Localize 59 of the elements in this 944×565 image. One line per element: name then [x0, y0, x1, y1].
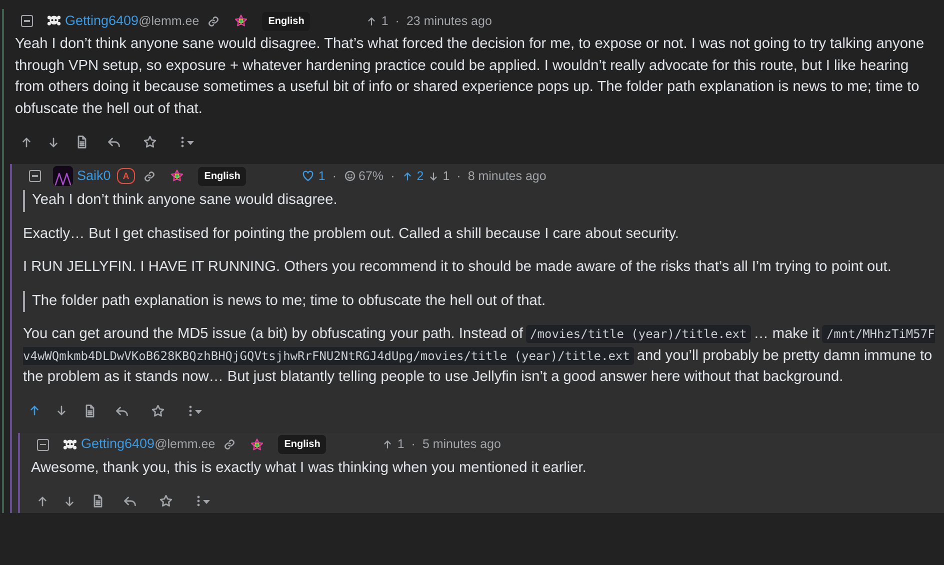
- link-icon[interactable]: [223, 438, 236, 451]
- document-icon[interactable]: [83, 404, 97, 418]
- separator-dot: ·: [395, 12, 400, 30]
- collapse-button[interactable]: [21, 15, 33, 27]
- collapse-button[interactable]: [37, 438, 49, 450]
- comment-text: Exactly… But I get chastised for pointing the problem out. Called a shill because I care about security.: [23, 224, 680, 244]
- colorful-star-icon: [250, 438, 264, 452]
- star-icon[interactable]: [159, 494, 173, 508]
- document-icon[interactable]: [75, 135, 89, 149]
- more-options-icon[interactable]: [197, 495, 210, 507]
- like-count: 1: [318, 168, 326, 185]
- colorful-star-icon: [234, 14, 248, 28]
- separator-dot: ·: [411, 436, 416, 454]
- quoted-text: The folder path explanation is news to me; time to obfuscate the hell out of that.: [32, 292, 547, 310]
- reply-icon[interactable]: [123, 494, 137, 508]
- upvote-icon[interactable]: [36, 494, 49, 508]
- document-icon[interactable]: [91, 494, 105, 508]
- language-badge: English: [278, 435, 326, 454]
- avatar-image: [53, 166, 73, 186]
- user-instance: @lemm.ee: [138, 12, 200, 30]
- username-link[interactable]: Saik0: [77, 166, 111, 186]
- comment-text: Awesome, thank you, this is exactly what I was thinking when you mentioned it earlier.: [31, 458, 588, 478]
- skull-avatar-icon: [61, 438, 79, 452]
- upvote-icon[interactable]: [20, 136, 33, 148]
- comment-time: 23 minutes ago: [406, 12, 492, 30]
- upvote-count: 1: [397, 436, 404, 454]
- comment-text: You can get around the MD5 issue (a bit) by obfuscating your path. Instead of /movies/title (year)/title.ext … make it /mnt/MHhzTiM57Fv4wWQmkmb4DLDwVKoB628KBQzhBHQjGQVtsjhwRrFNU2NtRGJ4dUpg/movies/title (year)/title.ext and you’ll probably be pretty damn immune to the problem as it stands now… But just blatantly telling people to use Jellyfin isn’t a good answer here without that background.: [23, 324, 936, 387]
- link-icon[interactable]: [207, 14, 220, 28]
- language-badge: English: [198, 166, 246, 186]
- comment-time: 5 minutes ago: [422, 436, 501, 454]
- more-options-icon[interactable]: [189, 404, 202, 416]
- separator-dot: ·: [390, 168, 395, 185]
- separator-dot: ·: [332, 168, 337, 185]
- user-instance: @lemm.ee: [154, 436, 216, 454]
- colorful-star-icon: [170, 169, 184, 183]
- star-icon[interactable]: [151, 404, 165, 418]
- skull-avatar-icon: [45, 14, 63, 28]
- collapse-button[interactable]: [29, 170, 41, 182]
- username-link[interactable]: Getting6409: [81, 434, 155, 455]
- link-icon[interactable]: [143, 170, 156, 182]
- downvote-icon[interactable]: [55, 404, 68, 417]
- language-badge: English: [262, 12, 310, 30]
- downvote-icon[interactable]: [47, 136, 60, 148]
- vote-ratio: 67%: [358, 168, 384, 185]
- downvote-count: 1: [442, 168, 450, 185]
- comment-time: 8 minutes ago: [468, 168, 546, 185]
- upvote-icon[interactable]: [28, 404, 41, 417]
- reply-icon[interactable]: [107, 135, 121, 149]
- star-icon[interactable]: [143, 135, 157, 149]
- upvote-count: 2: [416, 168, 424, 185]
- downvote-icon[interactable]: [63, 494, 76, 508]
- upvote-count: 1: [381, 12, 388, 30]
- comment-text: I RUN JELLYFIN. I HAVE IT RUNNING. Others you recommend it to should be made aware of the risks that’s all I’m trying to point out.: [23, 258, 892, 277]
- more-options-icon[interactable]: [181, 136, 194, 148]
- comment-text: Yeah I don’t think anyone sane would disagree. That’s what forced the decision for me, to expose or not. I was not going to try talking anyone through VPN setup, so exposure + whatever hardening practice could be applied. I wouldn’t really advocate for this route, but I like hearing from others doing it because sometimes a useful bit of info or shared experience pops up. The folder path explanation is news to me; time to obfuscate the hell out of that.: [15, 35, 926, 118]
- separator-dot: ·: [456, 168, 461, 185]
- quoted-text: Yeah I don’t think anyone sane would disagree.: [32, 191, 338, 210]
- admin-badge: A: [116, 168, 136, 184]
- username-link[interactable]: Getting6409: [65, 10, 139, 32]
